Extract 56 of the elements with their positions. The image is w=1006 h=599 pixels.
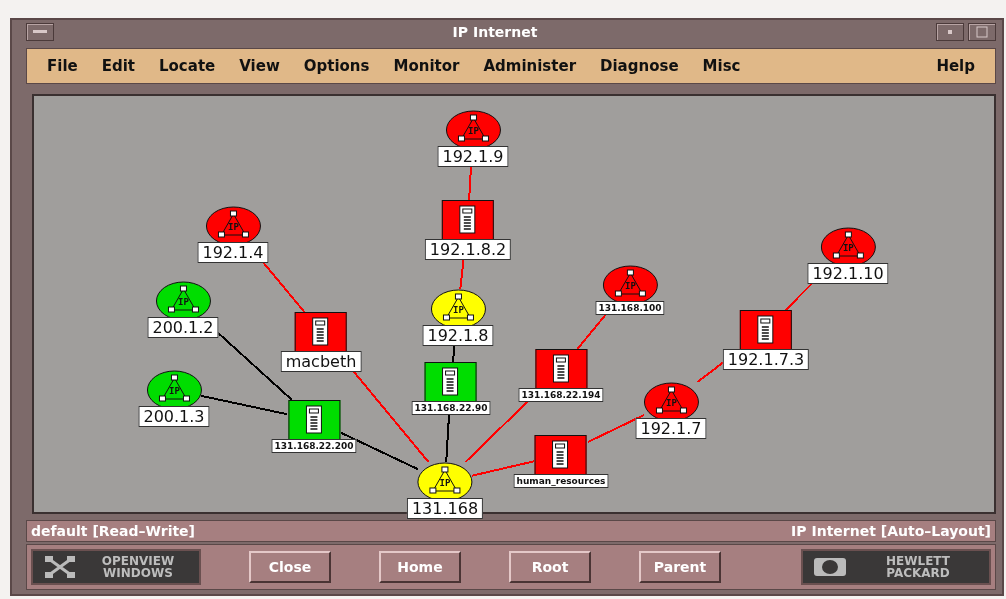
window-title: IP Internet xyxy=(451,23,539,40)
node-label: macbeth xyxy=(280,350,362,372)
menu-item[interactable]: Diagnose xyxy=(588,56,691,75)
menu-item[interactable]: Monitor xyxy=(381,56,472,75)
toolbar-button[interactable]: Close xyxy=(249,551,331,584)
computer-node[interactable] xyxy=(442,199,494,240)
bar-icon xyxy=(33,29,47,34)
node-label: 192.1.4 xyxy=(197,241,269,263)
node-label: 192.1.10 xyxy=(807,262,889,284)
node-label: 192.1.8 xyxy=(422,324,494,346)
computer-node[interactable] xyxy=(740,309,792,350)
node-label: 131.168.100 xyxy=(595,300,665,315)
server-icon xyxy=(757,314,775,345)
node-label: 131.168.22.90 xyxy=(411,400,491,415)
menu-item[interactable]: Misc xyxy=(690,56,753,75)
menu-item[interactable]: Edit xyxy=(89,56,147,75)
map-status: default [Read–Write] xyxy=(31,523,195,540)
square-icon xyxy=(976,25,988,38)
computer-node[interactable] xyxy=(535,348,587,389)
node-label: 192.1.9 xyxy=(437,145,509,167)
node-label: 192.1.8.2 xyxy=(424,238,512,260)
hp-logo: HEWLETT PACKARD xyxy=(801,549,991,586)
maximize-button[interactable] xyxy=(968,22,996,41)
computer-node[interactable] xyxy=(425,361,477,402)
server-icon xyxy=(305,404,323,435)
menu-item[interactable]: Help xyxy=(924,56,987,75)
menu-item[interactable]: Locate xyxy=(147,56,228,75)
toolbar-button[interactable]: Root xyxy=(509,551,591,584)
node-label: 192.1.7.3 xyxy=(722,348,810,370)
menu-item[interactable]: Options xyxy=(291,56,382,75)
server-icon xyxy=(459,204,477,235)
node-label: human_resources xyxy=(513,473,609,488)
computer-node[interactable] xyxy=(535,434,587,475)
server-icon xyxy=(552,439,570,470)
server-icon xyxy=(312,316,330,347)
toolbar-button[interactable]: Parent xyxy=(639,551,721,584)
node-label: 200.1.3 xyxy=(138,405,210,427)
map-name: IP Internet [Auto–Layout] xyxy=(791,523,991,540)
node-label: 200.1.2 xyxy=(147,316,219,338)
window-menu-button[interactable] xyxy=(26,22,54,41)
server-icon xyxy=(442,366,460,397)
minimize-button[interactable] xyxy=(936,22,964,41)
network-icon xyxy=(43,554,77,581)
server-icon xyxy=(552,353,570,384)
hp-icon xyxy=(813,557,847,578)
menu-item[interactable]: File xyxy=(35,56,90,75)
node-label: 131.168.22.200 xyxy=(271,438,357,453)
node-label: 131.168 xyxy=(406,497,484,519)
toolbar-button[interactable]: Home xyxy=(379,551,461,584)
node-label: 131.168.22.194 xyxy=(518,387,604,402)
menu-item[interactable]: Administer xyxy=(471,56,589,75)
computer-node[interactable] xyxy=(295,311,347,352)
computer-node[interactable] xyxy=(288,399,340,440)
openview-logo: OPENVIEW WINDOWS xyxy=(31,549,201,586)
node-label: 192.1.7 xyxy=(635,417,707,439)
menu-item[interactable]: View xyxy=(227,56,292,75)
